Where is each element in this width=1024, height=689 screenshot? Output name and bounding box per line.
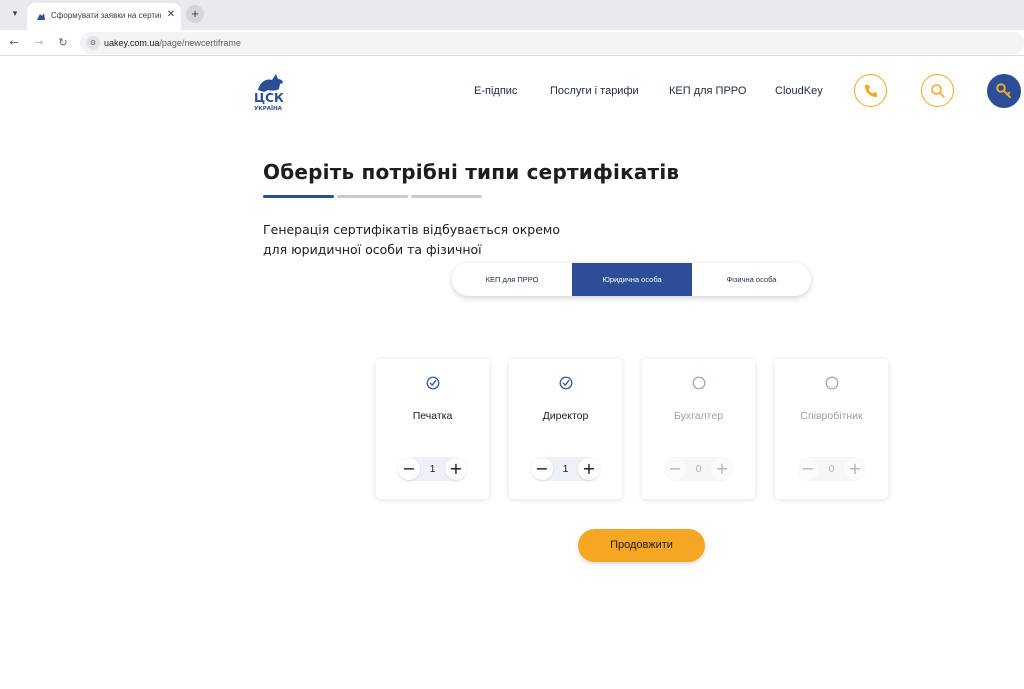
key-login-button[interactable] bbox=[987, 74, 1021, 108]
forward-arrow-icon[interactable]: → bbox=[31, 35, 47, 51]
tab-search-chevron-icon[interactable]: ▾ bbox=[8, 7, 22, 21]
quantity-stepper: − 0 + bbox=[664, 457, 733, 481]
card-label: Директор bbox=[542, 410, 589, 422]
phone-icon bbox=[865, 85, 877, 97]
csk-logo[interactable]: ЦСК УКРАЇНА bbox=[252, 70, 288, 112]
decrement-button[interactable]: − bbox=[398, 458, 420, 480]
browser-tab-bar: ▾ Сформувати заявки на сертиф ✕ + bbox=[0, 0, 1024, 30]
search-icon bbox=[931, 84, 945, 98]
site-favicon-icon bbox=[37, 13, 45, 20]
site-info-icon[interactable]: ⚙ bbox=[86, 36, 100, 50]
nav-e-signature[interactable]: Е-підпис bbox=[474, 84, 517, 98]
description-line-2: для юридичної особи та фізичної bbox=[263, 242, 482, 257]
description: Генерація сертифікатів відбувається окре… bbox=[263, 220, 583, 260]
card-label: Бухгалтер bbox=[673, 410, 724, 422]
card-label: Печатка bbox=[412, 410, 453, 422]
address-bar[interactable]: ⚙ uakey.com.ua/page/newcertiframe bbox=[80, 32, 1024, 54]
key-icon bbox=[996, 83, 1011, 98]
svg-text:ЦСК: ЦСК bbox=[254, 91, 284, 105]
quantity-value: 1 bbox=[562, 463, 569, 475]
description-line-1: Генерація сертифікатів відбувається окре… bbox=[263, 222, 561, 237]
browser-tab[interactable]: Сформувати заявки на сертиф ✕ bbox=[27, 3, 181, 30]
tab-close-icon[interactable]: ✕ bbox=[165, 9, 177, 21]
tab-kep-prro[interactable]: КЕП для ПРРО bbox=[452, 263, 572, 296]
decrement-button[interactable]: − bbox=[531, 458, 553, 480]
nav-cloudkey[interactable]: CloudKey bbox=[775, 84, 823, 98]
new-tab-button[interactable]: + bbox=[186, 5, 204, 23]
tab-title: Сформувати заявки на сертиф bbox=[51, 11, 161, 20]
certificate-type-tabs: КЕП для ПРРО Юридична особа Фізична особ… bbox=[452, 263, 811, 296]
quantity-value: 0 bbox=[695, 463, 702, 475]
phone-button[interactable] bbox=[854, 74, 887, 107]
card-director[interactable]: Директор − 1 + bbox=[509, 359, 622, 499]
svg-text:УКРАЇНА: УКРАЇНА bbox=[254, 105, 283, 112]
url-host: uakey.com.ua bbox=[104, 38, 160, 48]
quantity-value: 1 bbox=[429, 463, 436, 475]
card-employee[interactable]: Співробітник − 0 + bbox=[775, 359, 888, 499]
page-title: Оберіть потрібні типи сертифікатів bbox=[263, 160, 680, 184]
step-indicator-1 bbox=[263, 195, 334, 198]
nav-services-tariffs[interactable]: Послуги і тарифи bbox=[550, 84, 639, 98]
quantity-stepper: − 1 + bbox=[398, 457, 467, 481]
tab-individual[interactable]: Фізична особа bbox=[692, 263, 811, 296]
card-accountant[interactable]: Бухгалтер − 0 + bbox=[642, 359, 755, 499]
step-indicator-2 bbox=[337, 195, 408, 198]
quantity-stepper: − 1 + bbox=[531, 457, 600, 481]
tab-legal-entity[interactable]: Юридична особа bbox=[572, 263, 692, 296]
increment-button[interactable]: + bbox=[711, 458, 733, 480]
nav-kep-prro[interactable]: КЕП для ПРРО bbox=[669, 84, 746, 98]
card-label: Співробітник bbox=[800, 410, 863, 422]
browser-toolbar: ← → ↻ ⚙ uakey.com.ua/page/newcertiframe bbox=[0, 30, 1024, 56]
unchecked-circle-icon[interactable] bbox=[692, 376, 706, 390]
url-path: /page/newcertiframe bbox=[159, 38, 241, 48]
increment-button[interactable]: + bbox=[578, 458, 600, 480]
checked-circle-icon[interactable] bbox=[426, 376, 440, 390]
step-indicator-3 bbox=[411, 195, 482, 198]
quantity-stepper: − 0 + bbox=[797, 457, 866, 481]
checked-circle-icon[interactable] bbox=[559, 376, 573, 390]
decrement-button[interactable]: − bbox=[797, 458, 819, 480]
increment-button[interactable]: + bbox=[445, 458, 467, 480]
unchecked-circle-icon[interactable] bbox=[825, 376, 839, 390]
increment-button[interactable]: + bbox=[844, 458, 866, 480]
search-button[interactable] bbox=[921, 74, 954, 107]
continue-button[interactable]: Продовжити bbox=[578, 529, 705, 562]
reload-icon[interactable]: ↻ bbox=[55, 35, 71, 51]
back-arrow-icon[interactable]: ← bbox=[6, 35, 22, 51]
url-text: uakey.com.ua/page/newcertiframe bbox=[104, 37, 241, 49]
quantity-value: 0 bbox=[828, 463, 835, 475]
decrement-button[interactable]: − bbox=[664, 458, 686, 480]
card-seal[interactable]: Печатка − 1 + bbox=[376, 359, 489, 499]
